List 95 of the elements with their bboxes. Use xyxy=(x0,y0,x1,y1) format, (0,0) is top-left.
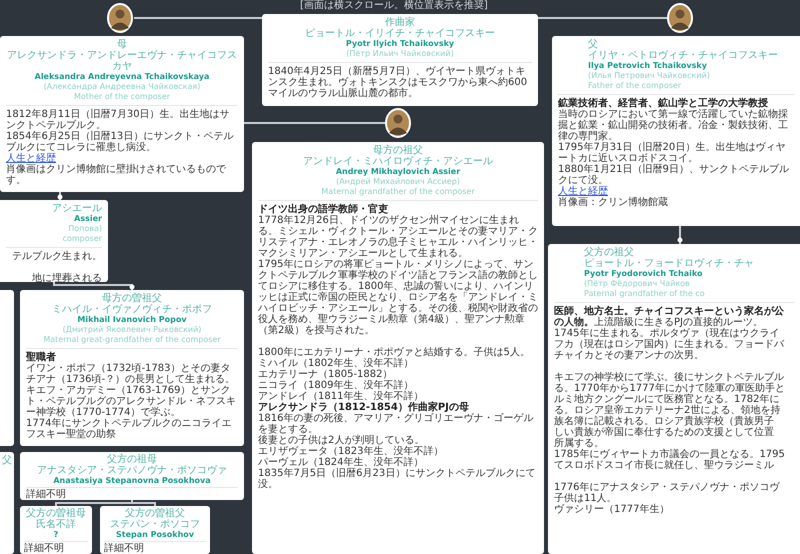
bio-text: ルミ地方クングールにて医務官となる。1782年に xyxy=(554,394,780,405)
bio-text: 詳細不明 xyxy=(26,489,67,500)
role-caption: composer xyxy=(62,234,102,244)
bio-text: 鉱業技術者、経営者、鉱山学と工学の大学教授 xyxy=(558,98,768,109)
role-label: 父 xyxy=(1,455,13,466)
bio-text: る。1770年から1777年にかけて陸軍の軍医助手と xyxy=(554,383,786,394)
bio-text: の人物。上流階級に生きるPJの直接的ルーツ。 xyxy=(554,317,764,328)
bio-text: ヴァシリー（1777年生） xyxy=(554,504,670,515)
name-latin: Pyotr Fyodorovich Tchaiko xyxy=(584,269,704,279)
name-cyrillic: (Илья Петрович Чайковский) xyxy=(588,71,711,81)
name-cyrillic: (Дмитрий Яковлевич Рыковский) xyxy=(62,325,202,335)
name-latin: Mikhail Ivanovich Popov xyxy=(76,315,188,325)
bio-text: エカテリーナ（1805-1882） xyxy=(258,369,393,380)
name-japanese: アナスタシア・ステパノヴナ・ポソコヴァ xyxy=(36,465,228,476)
bio-text: 1785年にヴィヤートカ市議会の一員となる。1795 xyxy=(554,449,786,460)
bio-text: 1778年12月26日、ドイツのザクセン州マイセンに生まれる。ミシェル・ヴィクトール・アシエールとその妻マリア・クリスティアナ・エレオノラの息子ミヒャエル・ハインリッヒ・マクシミリアン・アシエールとして生まれる。 xyxy=(258,215,538,259)
bio-text: てスロボドスコイ市長に就任し、聖ウラジーミル xyxy=(554,460,775,471)
bio-text: 律の専門家。 xyxy=(558,131,619,142)
bio-text: パーヴェル（1824年生、没年不詳） xyxy=(258,457,424,468)
name-japanese: アレクサンドラ・アンドレーエヴナ・チャイコフスカヤ xyxy=(6,50,238,72)
name-cyrillic: (Андрей Михайлович Ассиер) xyxy=(335,177,461,187)
role-label: 父 xyxy=(588,39,599,50)
bio-text: 1795年7月31日（旧暦20日）生。出生地はヴィヤートカに近いスロボドスコイ。 xyxy=(558,142,786,164)
name-japanese: ピョートル・イリイチ・チャイコフスキー xyxy=(304,28,496,39)
name-latin: Ilya Petrovich Tchaikovsky xyxy=(588,61,708,71)
role-label: 母 xyxy=(116,39,128,50)
name-japanese: ピョートル・フョードロヴィチ・チャ xyxy=(584,258,755,269)
bio-text: 1800年にエカテリーナ・ポポヴァと結婚する。子供は5人。 xyxy=(258,347,531,358)
name-japanese: アシエール xyxy=(51,203,102,214)
bio-text: 1774年にサンクトペテルブルクのニコライエフスキー聖堂の助祭 xyxy=(26,418,232,440)
role-label: 母方の曽祖父 xyxy=(101,293,163,304)
bio-text: ドイツ出身の語学教師・官吏 xyxy=(258,204,389,215)
bio-text: 詳細不明 xyxy=(24,543,65,554)
name-japanese: イリヤ・ペトロヴィチ・チャイコフスキー xyxy=(588,50,779,61)
bio-text: ミハイル（1802年生、没年不詳） xyxy=(258,358,414,369)
name-japanese: ステパン・ポソコフ xyxy=(109,519,201,530)
bio-text: 1795年にロシアの将軍ピョートル・メリシノによって、サンクトペテルブルク軍事学校のドイツ語とフランス語の教師としてロシアに移住する。1800年、忠誠の誓いにより、ハインリッヒは正式に帝国の臣民となり、ロシア名を「アンドレイ・ミハイロビッチ・アシエール」とする。その後、税関や財政省の役人を務め、聖ウラジーミル勲章（第4級）、聖アンナ勲章（第2級）を授与された。 xyxy=(258,259,538,336)
bio-text: 1880年1月21日（旧暦9日）、サンクトペテルブルクにて没。 xyxy=(558,164,790,186)
bio-text: キエフの神学校にて学ぶ。後にサンクトペテルブル xyxy=(554,372,785,383)
role-caption: Paternal grandfather of the co xyxy=(584,289,706,299)
bio-text: 1840年4月25日（新暦5月7日）、ヴイヤート県ヴォトキンスク生まれ。ヴォトキンスクはモスクワから東へ約600マイルのウラル山脈山麓の都市。 xyxy=(268,66,528,99)
bio-text: 所属する。 xyxy=(554,438,605,449)
bio-text: アンドレイ（1811年生、没年不詳） xyxy=(258,391,424,402)
bio-text: 1812年8月11日（旧暦7月30日）生。出生地はサンクトペテルブルク。 xyxy=(6,109,231,131)
bio-text: 肖像画：クリン博物館蔵 xyxy=(558,197,669,208)
role-label: 母方の祖父 xyxy=(372,145,424,156)
role-caption: Maternal great-grandfather of the composer xyxy=(42,335,222,345)
name-japanese: ミハイル・イヴァノヴィチ・ポポフ xyxy=(51,304,213,315)
bio-text: エリザヴェータ（1823年生、没年不詳） xyxy=(258,446,444,457)
bio-text: 当時のロシアにおいて第一線で活躍していた鉱物採掘と鉱業・鉱山開発の技術者。冶金・製鉄技術、工 xyxy=(558,109,789,131)
role-label: 作曲家 xyxy=(384,17,416,28)
bio-text: チャイカとその妻アンナの次男。 xyxy=(554,350,705,361)
name-cyrillic: Попова) xyxy=(67,224,102,234)
bio-text: 1854年6月25日（旧暦13日）にサンクト・ペテルブルクにてコレラに罹患し病没。 xyxy=(6,131,234,153)
name-japanese: アンドレイ・ミハイロヴィチ・アシエール xyxy=(302,156,494,167)
bio-text: キエフ・アカデミー（1763-1769）とサンクト・ペテルブルグのアレクサンドル・ネフスキー神学校（1770-1774）で学ぶ。 xyxy=(26,385,237,418)
bio-text: 後妻との子供は2人が判明している。 xyxy=(258,435,424,446)
name-latin: Assier xyxy=(73,214,102,224)
scroll-hint: [画面は横スクロール。横位置表示を推奨] xyxy=(300,0,488,11)
role-label: 父方の祖父 xyxy=(584,247,635,258)
role-caption: Maternal grandfather of the composer xyxy=(320,187,476,197)
bio-text: 1776年にアナスタシア・ステパノヴナ・ポソコヴ xyxy=(554,482,781,493)
name-latin: Anastasiya Stepanovna Posokhova xyxy=(52,476,212,486)
bio-text: 1745年に生まれる。ポルタヴァ（現在はウクライ xyxy=(554,328,780,339)
name-latin: Andrey Mikhaylovich Assier xyxy=(334,167,462,177)
name-latin: ? xyxy=(52,530,60,540)
name-cyrillic: (Пётр Ильич Чайковский) xyxy=(345,49,455,59)
bio-text: アレクサンドラ（1812-1854）作曲家PJの母 xyxy=(258,402,470,413)
bio-text: しい貴族が帝国に奉仕するための支援として位置 xyxy=(554,427,775,438)
bio-text: る。ロシア皇帝エカテリーナ2世による、領地を持 xyxy=(554,405,782,416)
name-latin: Aleksandra Andreyevna Tchaikovskaya xyxy=(34,72,210,82)
name-cyrillic: (Александра Андреевна Чайковская) xyxy=(42,82,202,92)
bio-text: フカ（現在はロシア国内）に生まれる。フョードバ xyxy=(554,339,786,350)
bio-text: 医師、地方名士。チャイコフスキーという家名が公 xyxy=(554,306,785,317)
name-latin: Pyotr Ilyich Tchaikovsky xyxy=(344,39,456,49)
name-latin: Stepan Posokhov xyxy=(115,530,195,540)
role-label: 父方の曽祖母 xyxy=(25,508,87,519)
role-caption: Mother of the composer xyxy=(72,92,172,102)
bio-text: 族名簿に記載される。ロシア貴族学校（貴族男子 xyxy=(554,416,775,427)
bio-link[interactable]: 人生と経歴 xyxy=(558,186,794,197)
name-japanese: 氏名不詳 xyxy=(35,519,77,530)
bio-text: 聖職者 xyxy=(26,352,57,363)
bio-text: 1835年7月5日（旧暦6月23日）にサンクトペテルブルクにて没。 xyxy=(258,468,536,490)
role-label: 父方の祖母 xyxy=(106,454,158,465)
bio-text: 1816年の妻の死後、アマリア・グリゴリエーヴナ・ゴーゲルを妻とする。 xyxy=(258,413,534,435)
bio-link[interactable]: 人生と経歴 xyxy=(6,153,238,164)
bio-text: テルブルク生まれ。 xyxy=(11,251,102,262)
bio-text: 子供は11人。 xyxy=(554,493,618,504)
role-caption: Father of the composer xyxy=(588,81,682,91)
bio-text: 肖像画はクリン博物館に壁掛けされているものです。 xyxy=(6,164,227,186)
bio-text: イワン・ポポフ（1732頃-1783）とその妻タチアナ（1736頃-？）の長男として生まれる。 xyxy=(26,363,236,385)
role-label: 父方の曽祖父 xyxy=(124,508,186,519)
bio-text: ニコライ（1809年生、没年不詳） xyxy=(258,380,414,391)
bio-text: 詳細不明 xyxy=(104,543,145,554)
name-cyrillic: (Пётр Фёдорович Чайков xyxy=(584,279,691,289)
